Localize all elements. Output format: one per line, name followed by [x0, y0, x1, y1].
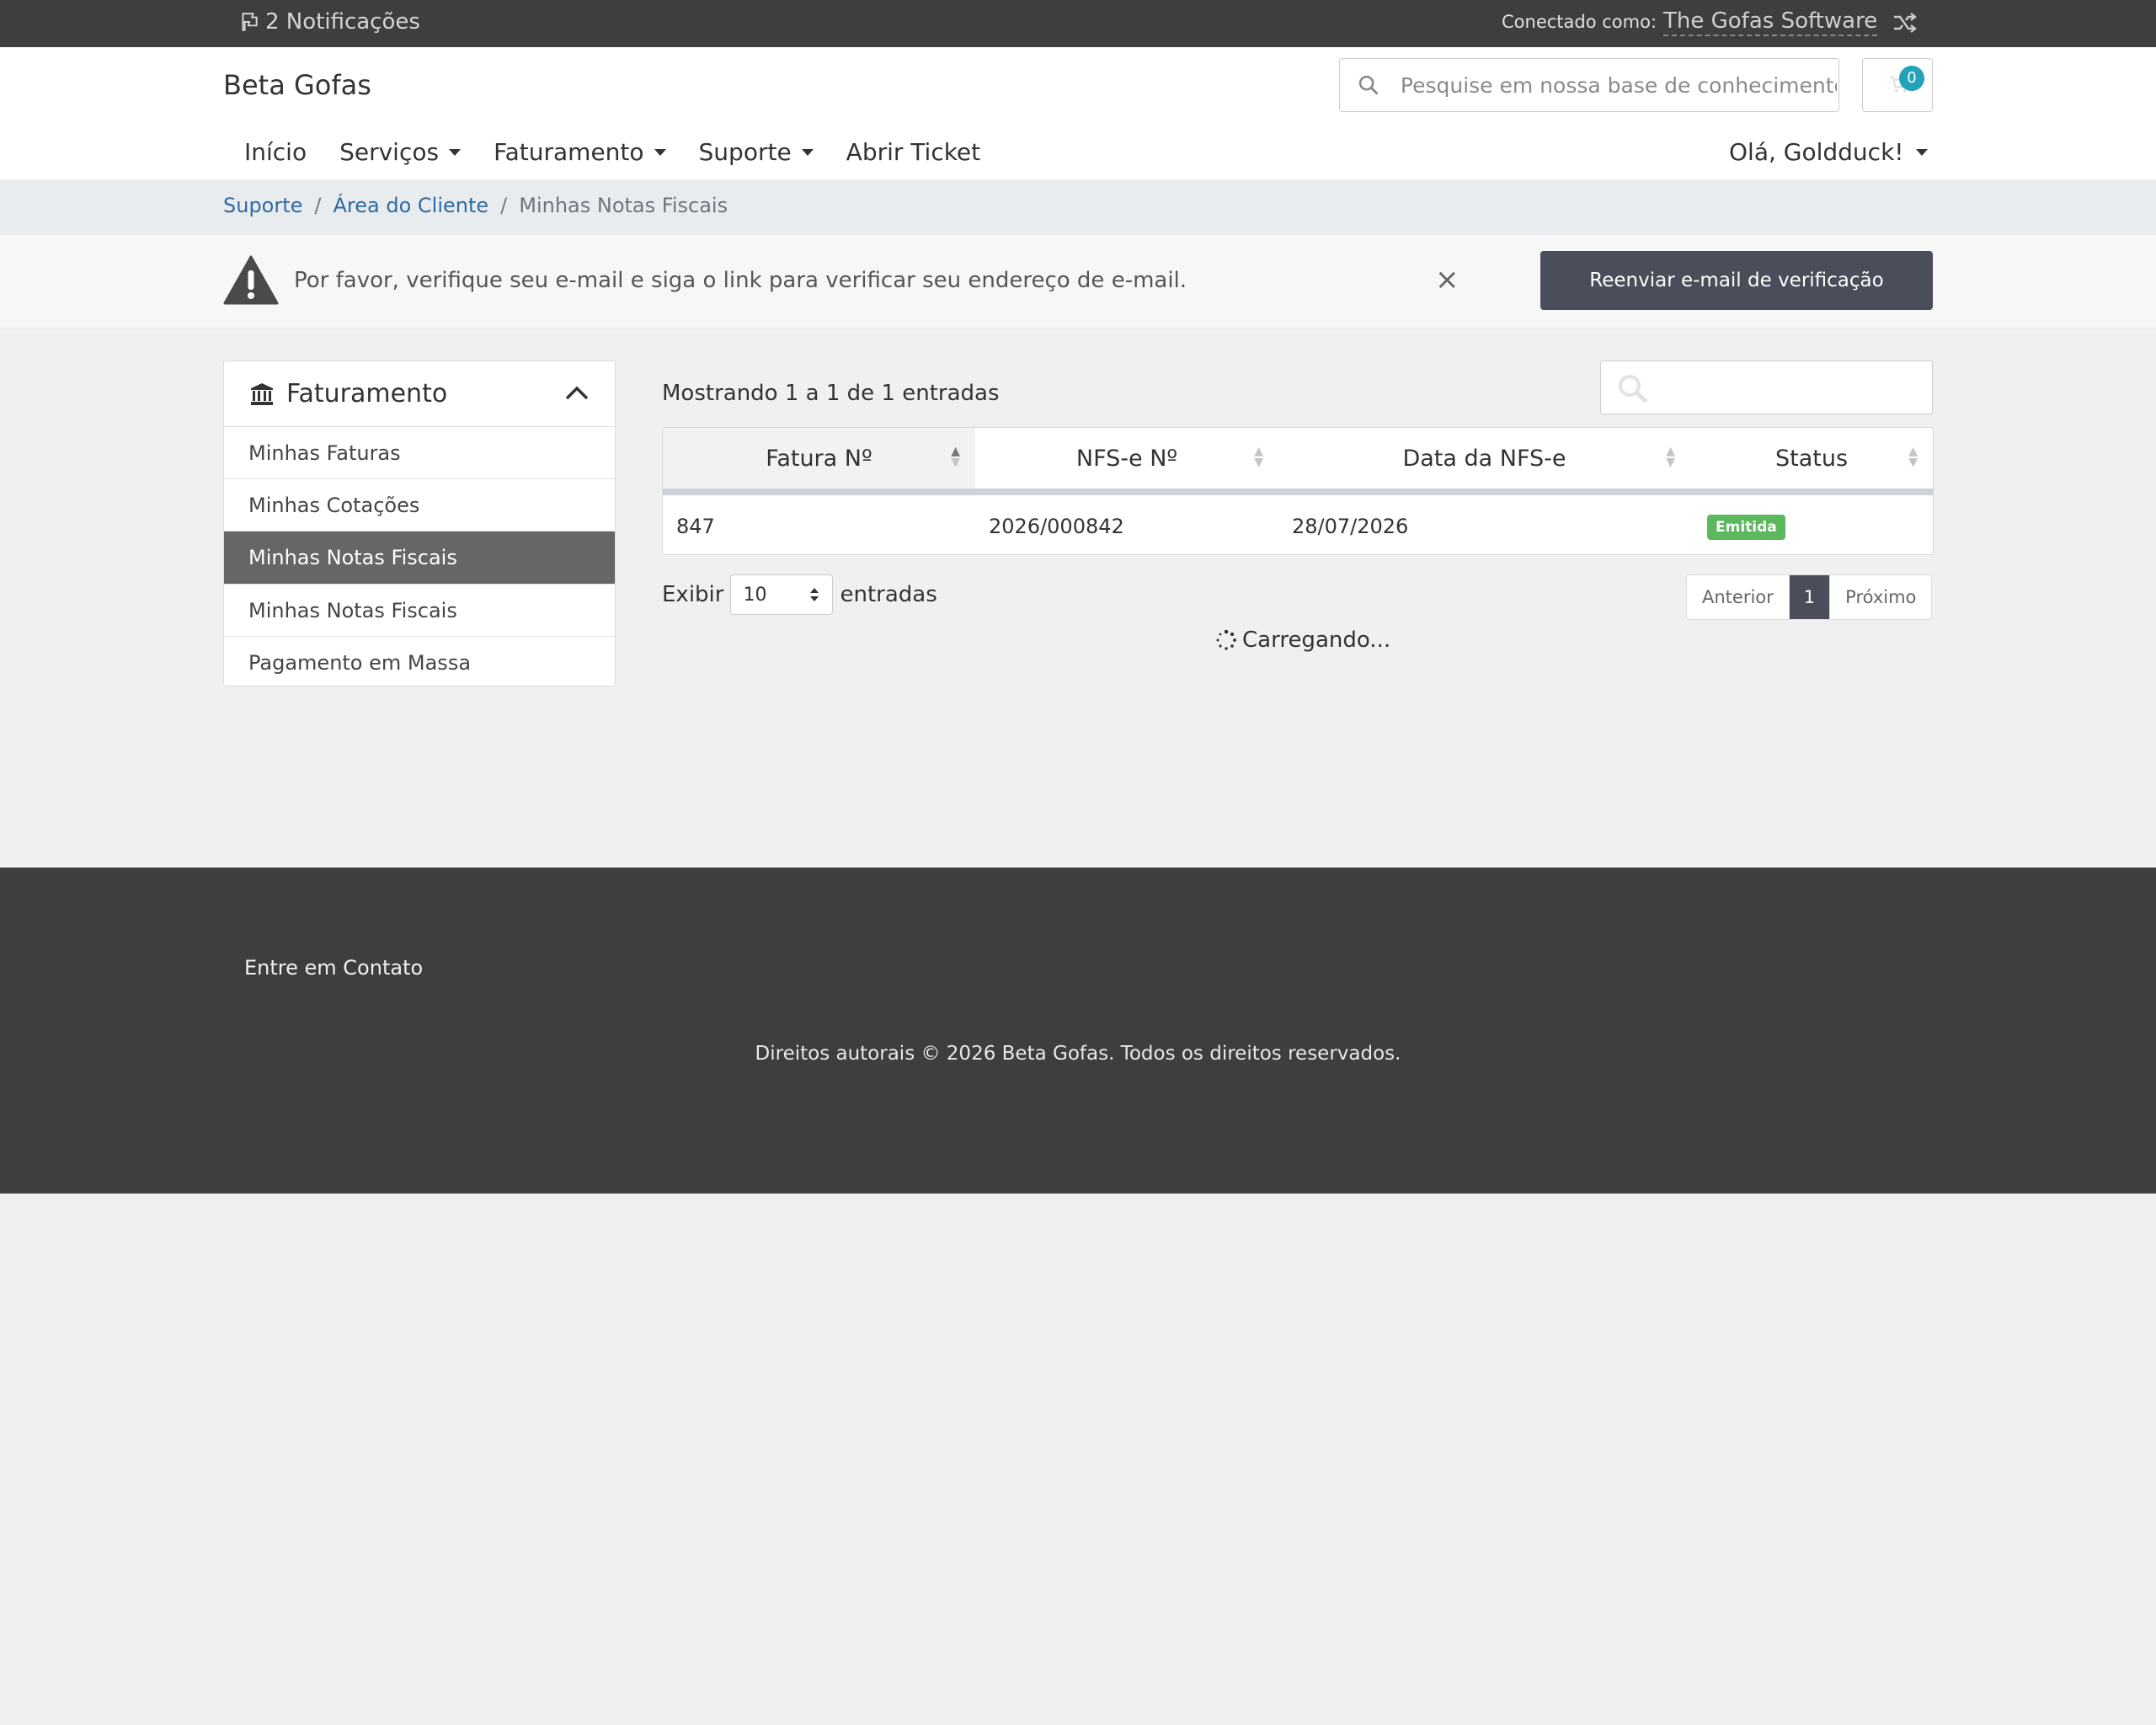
shuffle-icon[interactable] [1892, 12, 1918, 34]
pagination-previous[interactable]: Anterior [1687, 575, 1790, 619]
column-header-status[interactable]: Status ▲ ▼ [1690, 428, 1933, 495]
loading-label: Carregando... [1242, 628, 1391, 653]
verify-email-alert: Por favor, verifique seu e-mail e siga o… [0, 235, 2156, 328]
status-cell: Emitida [1690, 492, 1933, 558]
sidebar-item-my-quotes[interactable]: Minhas Cotações [224, 479, 615, 531]
select-arrows-icon [810, 588, 819, 601]
sort-icon: ▲ ▼ [1666, 445, 1675, 469]
close-icon[interactable]: × [1435, 263, 1460, 296]
account-switcher[interactable]: The Gofas Software [1663, 8, 1878, 36]
caret-down-icon [1915, 148, 1928, 156]
nav-support-label: Suporte [698, 138, 792, 166]
sort-icon: ▲ ▼ [1254, 445, 1263, 469]
pagination: Anterior 1 Próximo [1686, 574, 1933, 620]
sidebar-item-mass-payment[interactable]: Pagamento em Massa [224, 637, 615, 688]
logged-as-label: Conectado como: [1502, 12, 1657, 32]
footer-copyright: Direitos autorais © 2026 Beta Gofas. Tod… [755, 1043, 1401, 1065]
nav-services[interactable]: Serviços [339, 138, 462, 166]
breadcrumb-current: Minhas Notas Fiscais [519, 194, 728, 217]
brand-logo[interactable]: Beta Gofas [223, 69, 371, 101]
nav-billing[interactable]: Faturamento [494, 138, 666, 166]
length-label-after: entradas [840, 582, 937, 607]
sidebar-item-my-invoices[interactable]: Minhas Faturas [224, 427, 615, 479]
table-info: Mostrando 1 a 1 de 1 entradas [662, 381, 1000, 406]
site-footer: Entre em Contato Direitos autorais © 202… [0, 868, 2156, 1194]
breadcrumb-client-area[interactable]: Área do Cliente [334, 194, 489, 217]
column-label: Status [1774, 445, 1849, 472]
column-label: NFS-e Nº [1075, 445, 1178, 472]
loading-indicator: Carregando... [1215, 628, 1390, 653]
column-header-date[interactable]: Data da NFS-e ▲ ▼ [1278, 428, 1690, 495]
pagination-page-current[interactable]: 1 [1789, 575, 1831, 619]
status-badge: Emitida [1707, 515, 1785, 540]
nav-home[interactable]: Início [244, 138, 307, 166]
pagination-next[interactable]: Próximo [1830, 575, 1931, 619]
search-icon [1358, 75, 1379, 95]
sort-icon: ▲ ▼ [1908, 445, 1918, 469]
column-header-invoice[interactable]: Fatura Nº ▲ ▼ [663, 428, 975, 495]
search-icon [1619, 375, 1648, 403]
warning-icon [223, 255, 279, 305]
page-length-select[interactable]: 10 [730, 574, 834, 615]
user-menu[interactable]: Olá, Goldduck! [1729, 138, 1928, 166]
knowledgebase-search-input[interactable] [1398, 72, 1838, 99]
table-row[interactable]: 847 2026/000842 28/07/2026 Emitida [663, 492, 1933, 558]
top-bar: 2 Notificações Conectado como: The Gofas… [0, 0, 2156, 47]
length-label-before: Exibir [662, 582, 724, 607]
sidebar-header[interactable]: Faturamento [224, 361, 615, 427]
alert-message: Por favor, verifique seu e-mail e siga o… [294, 268, 1187, 293]
user-greeting: Olá, Goldduck! [1729, 138, 1904, 166]
cart-button[interactable]: 0 [1862, 58, 1933, 112]
nfse-date: 28/07/2026 [1292, 515, 1409, 538]
notifications-link[interactable]: 2 Notificações [238, 9, 420, 35]
column-header-nfse[interactable]: NFS-e Nº ▲ ▼ [975, 428, 1278, 495]
nav-billing-label: Faturamento [494, 138, 644, 166]
billing-sidebar: Faturamento Minhas Faturas Minhas Cotaçõ… [223, 360, 616, 686]
caret-down-icon [801, 148, 814, 156]
cart-count-badge: 0 [1899, 66, 1924, 91]
breadcrumb-separator: / [314, 194, 322, 217]
site-header: Beta Gofas 0 Início Serviços Faturamento… [0, 47, 2156, 179]
bank-icon [251, 382, 273, 405]
footer-contact-link[interactable]: Entre em Contato [244, 956, 423, 980]
page-length-control: Exibir 10 entradas [662, 574, 937, 615]
page-length-value: 10 [743, 584, 767, 606]
nav-services-label: Serviços [339, 138, 440, 166]
nav-open-ticket-label: Abrir Ticket [846, 138, 981, 166]
column-label: Data da NFS-e [1402, 445, 1566, 472]
column-label: Fatura Nº [766, 445, 873, 472]
nfse-number: 2026/000842 [989, 515, 1124, 538]
knowledgebase-search[interactable] [1339, 58, 1839, 112]
table-search-input[interactable] [1600, 360, 1933, 414]
nav-home-label: Início [244, 138, 307, 166]
invoice-number: 847 [676, 515, 715, 538]
main-nav: Início Serviços Faturamento Suporte Abri… [223, 138, 992, 166]
resend-verification-button[interactable]: Reenviar e-mail de verificação [1540, 251, 1933, 310]
breadcrumb: Suporte / Área do Cliente / Minhas Notas… [0, 179, 2156, 235]
spinner-icon [1216, 629, 1236, 650]
flag-icon [242, 13, 258, 31]
sidebar-item-my-nfse[interactable]: Minhas Notas Fiscais [224, 585, 615, 637]
chevron-up-icon[interactable] [564, 382, 590, 403]
sidebar-title: Faturamento [286, 379, 448, 409]
sidebar-item-my-nfse-active[interactable]: Minhas Notas Fiscais [224, 531, 615, 585]
sort-icon: ▲ ▼ [951, 445, 960, 469]
notifications-label: 2 Notificações [265, 9, 420, 35]
caret-down-icon [654, 148, 666, 156]
caret-down-icon [449, 148, 462, 156]
nfse-table: Fatura Nº ▲ ▼ NFS-e Nº ▲ ▼ Data da NFS-e ▲… [662, 427, 1934, 555]
breadcrumb-separator: / [500, 194, 508, 217]
nav-support[interactable]: Suporte [699, 138, 814, 166]
breadcrumb-support[interactable]: Suporte [223, 194, 302, 217]
nav-open-ticket[interactable]: Abrir Ticket [846, 138, 980, 166]
